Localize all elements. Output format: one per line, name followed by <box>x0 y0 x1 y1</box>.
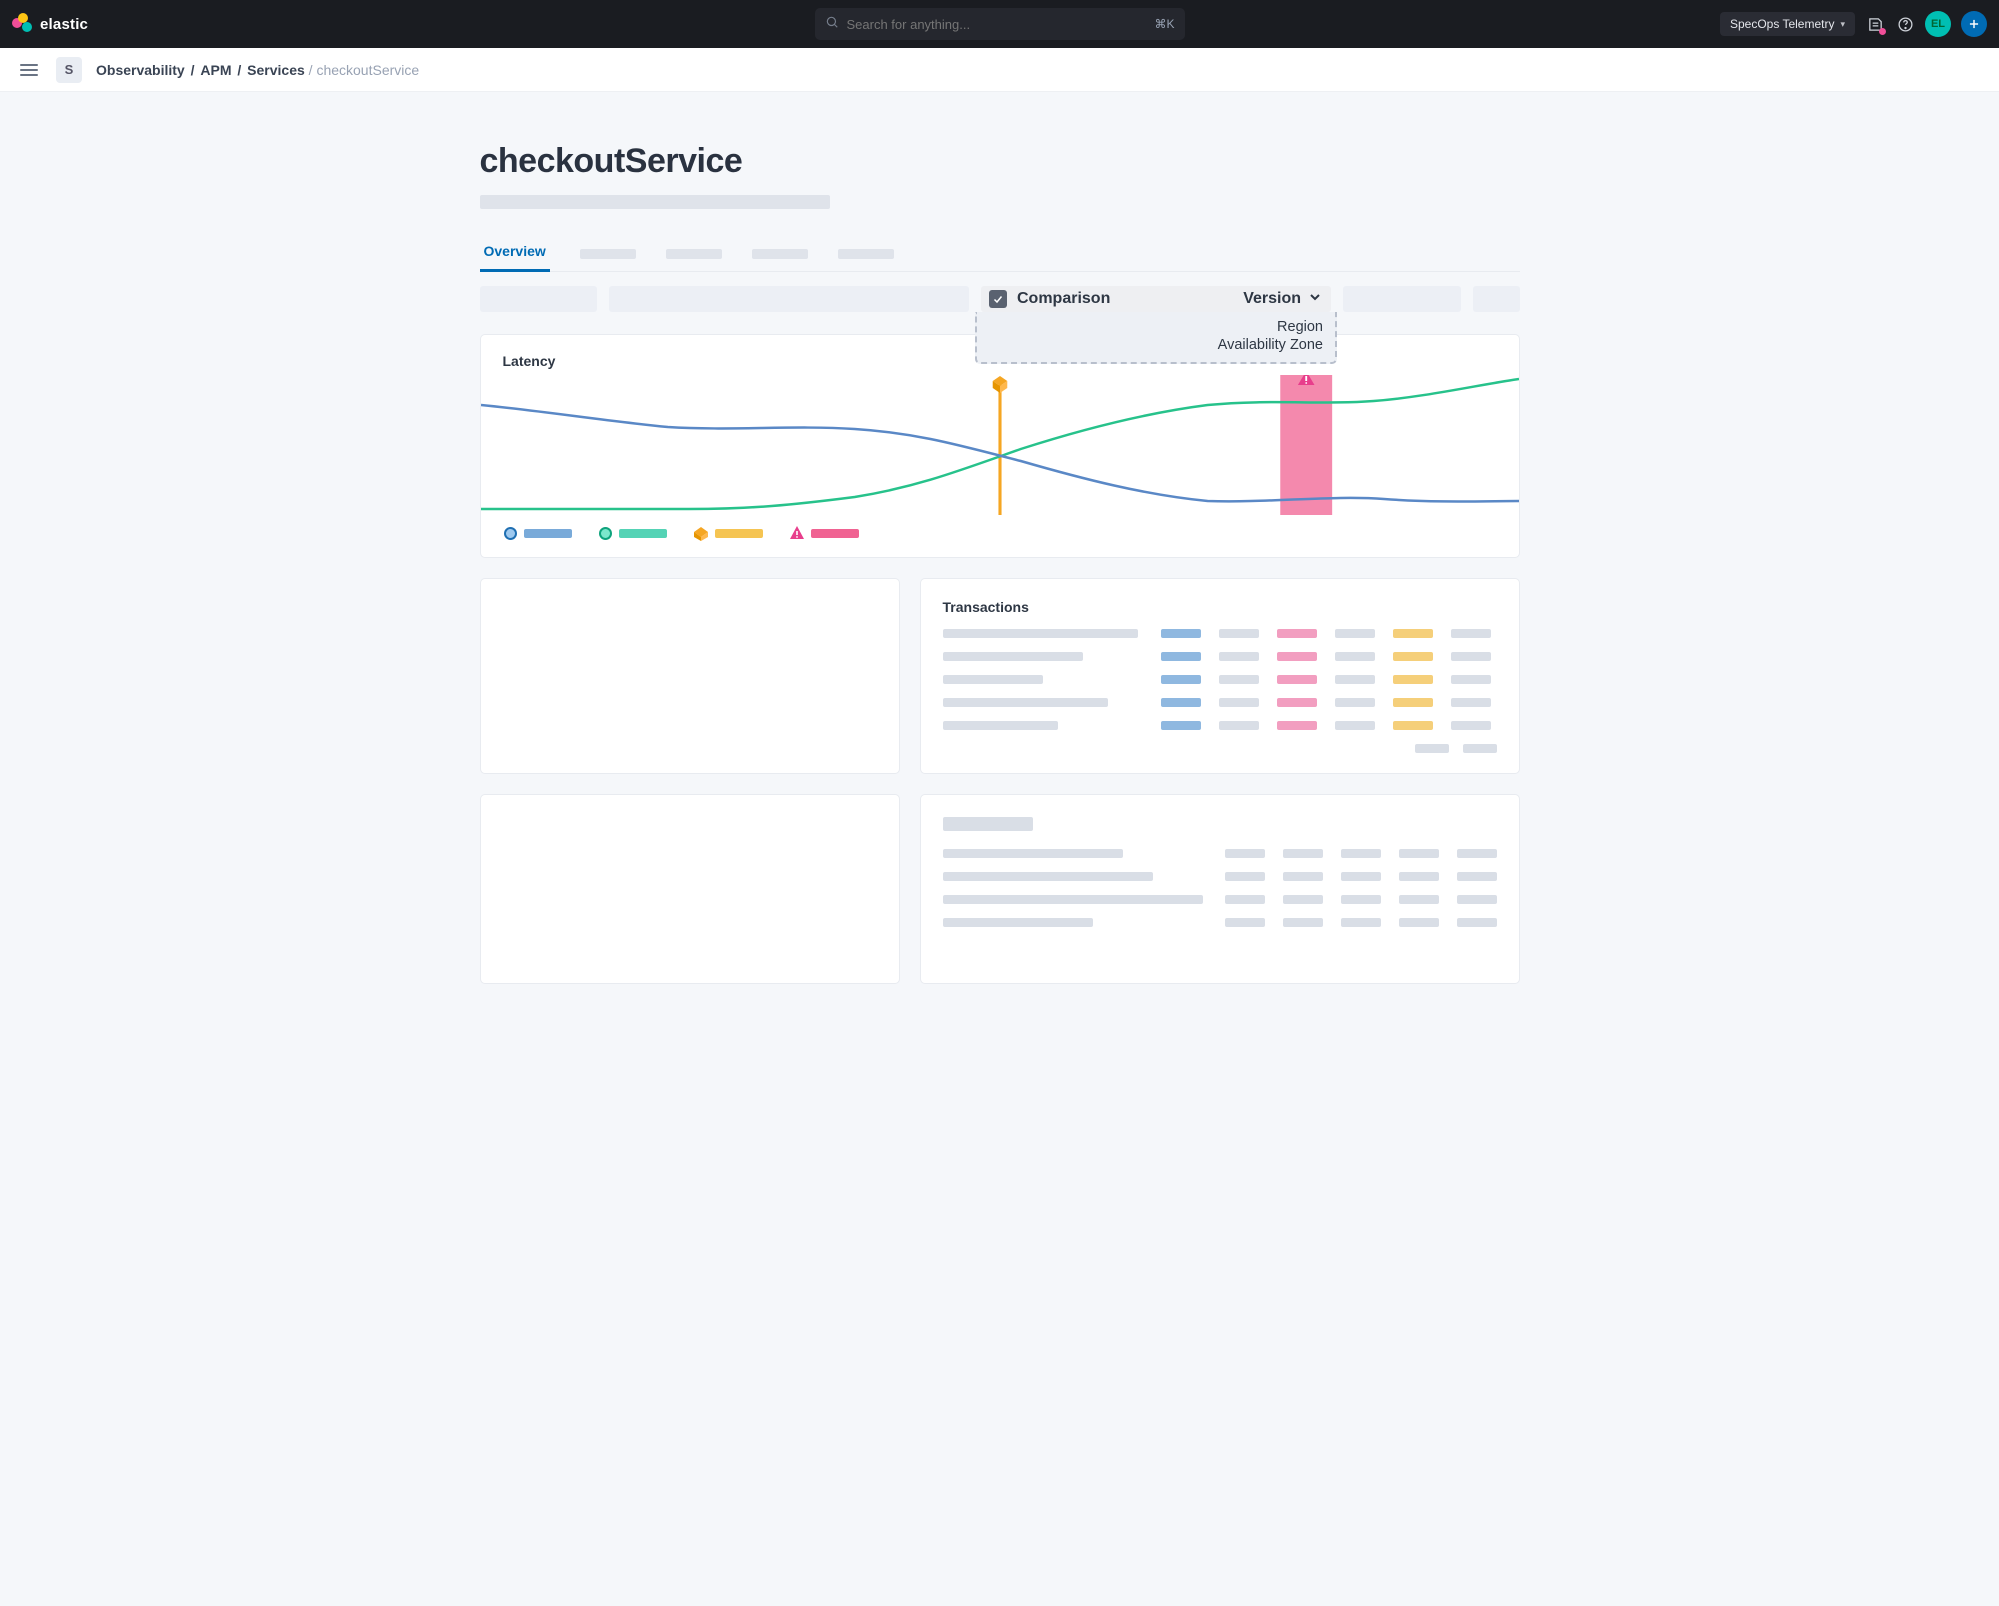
deployment-switcher[interactable]: SpecOps Telemetry ▾ <box>1720 12 1855 36</box>
global-search[interactable]: ⌘K <box>815 8 1185 40</box>
alert-band <box>1280 375 1332 515</box>
breadcrumb-current: checkoutService <box>316 62 419 78</box>
filter-placeholder[interactable] <box>480 286 598 312</box>
cube-icon <box>693 525 709 541</box>
comparison-toggle[interactable]: Comparison Version Region Availability Z… <box>981 286 1331 312</box>
filter-placeholder[interactable] <box>1473 286 1520 312</box>
notification-dot <box>1879 28 1886 35</box>
placeholder-card <box>480 794 900 984</box>
table-row[interactable] <box>943 721 1497 730</box>
comparison-select[interactable]: Version <box>1243 289 1323 310</box>
circle-icon <box>598 526 613 541</box>
comparison-checkbox[interactable] <box>989 290 1007 308</box>
nav-toggle-icon[interactable] <box>16 60 42 80</box>
table-row[interactable] <box>943 918 1497 927</box>
legend-item[interactable] <box>503 526 572 541</box>
latency-card: Latency <box>480 334 1520 558</box>
breadcrumb-seg[interactable]: APM <box>200 62 231 78</box>
deployment-label: SpecOps Telemetry <box>1730 17 1835 31</box>
comparison-selected: Version <box>1243 290 1301 308</box>
legend-item[interactable] <box>693 525 763 541</box>
brand-name: elastic <box>40 16 88 33</box>
placeholder-table-card <box>920 794 1520 984</box>
comparison-option[interactable]: Availability Zone <box>989 336 1323 354</box>
breadcrumb: Observability / APM / Services / checkou… <box>96 62 419 78</box>
user-avatar[interactable]: EL <box>1925 11 1951 37</box>
table-row[interactable] <box>943 895 1497 904</box>
table-row[interactable] <box>943 849 1497 858</box>
tab-placeholder[interactable] <box>666 249 722 259</box>
table-row[interactable] <box>943 698 1497 707</box>
tab-placeholder[interactable] <box>752 249 808 259</box>
latency-legend <box>481 515 1519 541</box>
table-row[interactable] <box>943 872 1497 881</box>
breadcrumb-seg[interactable]: Observability <box>96 62 185 78</box>
breadcrumb-bar: S Observability / APM / Services / check… <box>0 48 1999 92</box>
service-tabs: Overview <box>480 243 1520 272</box>
comparison-label: Comparison <box>1017 290 1110 308</box>
card-title-placeholder <box>943 817 1033 831</box>
legend-item[interactable] <box>598 526 667 541</box>
filter-placeholder[interactable] <box>1343 286 1461 312</box>
elastic-logo-icon <box>12 13 34 35</box>
help-icon[interactable] <box>1895 14 1915 34</box>
tab-placeholder[interactable] <box>838 249 894 259</box>
global-header: elastic ⌘K SpecOps Telemetry ▾ EL <box>0 0 1999 48</box>
comparison-option[interactable]: Region <box>989 318 1323 336</box>
alert-icon <box>789 525 805 541</box>
table-row[interactable] <box>943 675 1497 684</box>
transactions-card: Transactions <box>920 578 1520 774</box>
legend-item[interactable] <box>789 525 859 541</box>
chevron-down-icon <box>1307 289 1323 310</box>
tab-placeholder[interactable] <box>580 249 636 259</box>
chevron-down-icon: ▾ <box>1840 19 1845 30</box>
search-shortcut: ⌘K <box>1154 17 1174 31</box>
add-button[interactable] <box>1961 11 1987 37</box>
transactions-title: Transactions <box>943 599 1497 615</box>
comparison-dropdown: Region Availability Zone <box>975 312 1337 364</box>
search-icon <box>825 15 839 34</box>
page-title: checkoutService <box>480 142 1520 181</box>
deployment-marker-icon <box>992 376 1007 393</box>
search-input[interactable] <box>847 17 1155 32</box>
placeholder-card <box>480 578 900 774</box>
circle-icon <box>503 526 518 541</box>
filter-bar: Comparison Version Region Availability Z… <box>480 286 1520 312</box>
transactions-footer <box>943 744 1497 753</box>
space-badge[interactable]: S <box>56 57 82 83</box>
newsfeed-icon[interactable] <box>1865 14 1885 34</box>
tab-overview[interactable]: Overview <box>480 243 550 272</box>
table-row[interactable] <box>943 652 1497 661</box>
filter-placeholder[interactable] <box>609 286 969 312</box>
subtitle-placeholder <box>480 195 830 209</box>
table-row[interactable] <box>943 629 1497 638</box>
latency-chart <box>481 375 1519 515</box>
brand-logo[interactable]: elastic <box>12 13 88 35</box>
breadcrumb-seg[interactable]: Services <box>247 62 305 78</box>
